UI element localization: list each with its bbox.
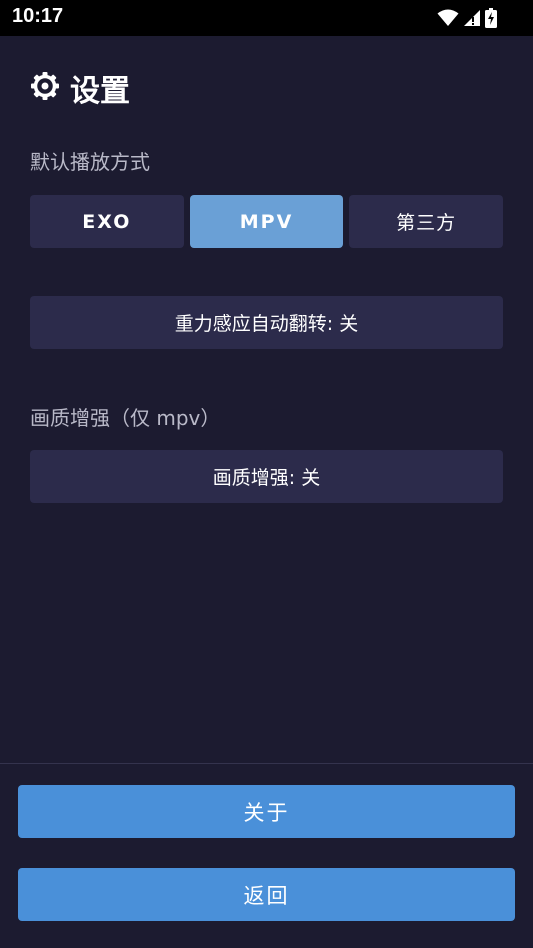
wifi-icon — [437, 9, 459, 27]
quality-enhance-label: 画质增强（仅 mpv） — [30, 406, 221, 430]
player-option-exo[interactable]: EXO — [30, 195, 184, 248]
battery-charging-icon — [485, 8, 497, 28]
player-selector: EXO MPV 第三方 — [30, 195, 504, 248]
status-icons — [437, 6, 497, 30]
default-player-label: 默认播放方式 — [30, 150, 150, 174]
quality-enhance-toggle-button[interactable]: 画质增强: 关 — [30, 450, 503, 503]
gravity-rotate-toggle-button[interactable]: 重力感应自动翻转: 关 — [30, 296, 503, 349]
back-button[interactable]: 返回 — [18, 868, 515, 921]
status-time: 10:17 — [12, 5, 64, 27]
about-button[interactable]: 关于 — [18, 785, 515, 838]
player-option-mpv[interactable]: MPV — [189, 195, 344, 248]
page-title-text: 设置 — [70, 74, 130, 109]
page-title: 设置 — [30, 68, 130, 109]
status-bar: 10:17 — [0, 0, 533, 36]
signal-icon — [463, 9, 481, 27]
player-option-third-party[interactable]: 第三方 — [349, 195, 504, 248]
footer-divider — [0, 763, 533, 764]
gear-icon — [30, 71, 60, 105]
